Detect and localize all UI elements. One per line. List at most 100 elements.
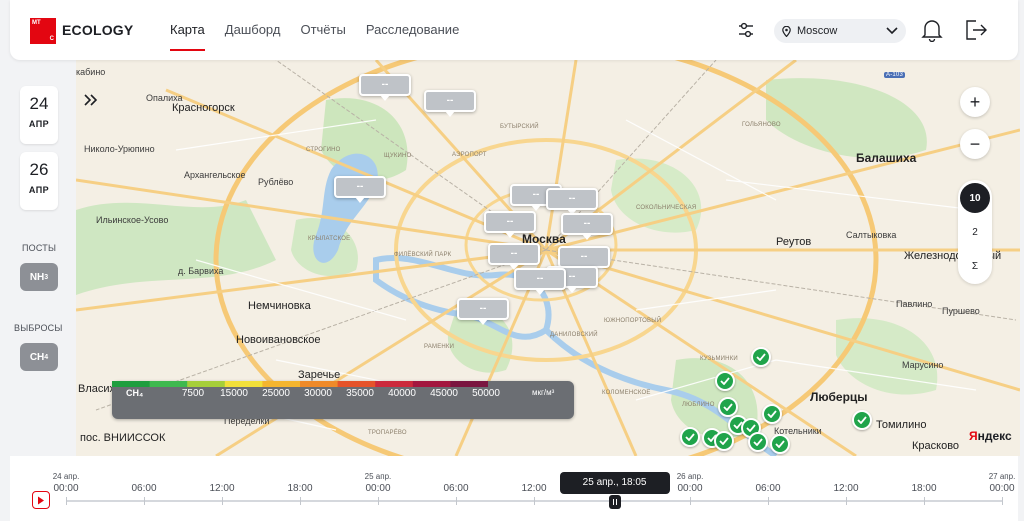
legend-color-bar bbox=[112, 381, 488, 387]
sensor-ok-marker[interactable] bbox=[762, 404, 782, 424]
map-label-kuzminki: КУЗЬМИНКИ bbox=[700, 356, 738, 362]
play-button[interactable] bbox=[32, 491, 50, 509]
plus-icon: + bbox=[969, 92, 981, 112]
date-to-card[interactable]: 26 АПР bbox=[20, 152, 58, 210]
map-label-balashiha: Балашиха bbox=[856, 151, 917, 165]
sensor-ok-marker[interactable] bbox=[714, 431, 734, 451]
notifications-button[interactable] bbox=[918, 16, 946, 44]
map-label-saltykovka: Салтыковка bbox=[846, 230, 897, 240]
timeline-handle[interactable] bbox=[608, 495, 621, 509]
timeline-tick-mark bbox=[533, 497, 535, 505]
tab-map[interactable]: Карта bbox=[160, 0, 215, 60]
zoom-out-button[interactable]: − bbox=[960, 129, 990, 159]
legend-color-segment bbox=[412, 381, 451, 387]
map[interactable]: кабино Красногорск Опалиха Николо-Урюпин… bbox=[76, 60, 1020, 456]
checkmark-icon bbox=[775, 440, 785, 448]
timeline-tick: 18:00 bbox=[287, 483, 313, 494]
legend-color-segment bbox=[187, 381, 226, 387]
timeline-tick-mark bbox=[689, 497, 691, 505]
sensor-ok-marker[interactable] bbox=[680, 427, 700, 447]
map-label-novoivankovo: Новоивановское bbox=[236, 334, 321, 346]
tab-dashboard[interactable]: Дашборд bbox=[215, 0, 291, 60]
timeline-tick: 00:00 bbox=[989, 483, 1015, 494]
checkmark-icon bbox=[756, 353, 766, 361]
sensor-bubble[interactable]: -- bbox=[424, 90, 476, 117]
posts-chip-nh3[interactable]: NH 3 bbox=[20, 263, 58, 291]
sensor-ok-marker[interactable] bbox=[852, 410, 872, 430]
legend-color-segment bbox=[450, 381, 488, 387]
sensor-bubble[interactable]: -- bbox=[484, 211, 536, 238]
timeline: 00:00 06:00 12:00 18:00 00:00 06:00 12:00 18:00… bbox=[10, 456, 1018, 521]
map-label-krylatskoe: КРЫЛАТСКОЕ bbox=[308, 236, 351, 242]
legend-tick: 50000 bbox=[472, 388, 500, 399]
level-option-2[interactable]: 2 bbox=[960, 217, 990, 247]
zoom-in-button[interactable]: + bbox=[960, 87, 990, 117]
map-label-kabino: кабино bbox=[76, 67, 106, 77]
posts-chip-text: NH bbox=[29, 271, 45, 283]
map-label-krasnogorsk: Красногорск bbox=[172, 102, 235, 114]
brand-name: ECOLOGY bbox=[62, 22, 134, 38]
legend-tick: 40000 bbox=[388, 388, 416, 399]
tab-investigation[interactable]: Расследование bbox=[356, 0, 469, 60]
sensor-bubble[interactable]: -- bbox=[359, 74, 411, 101]
city-select[interactable]: Moscow bbox=[774, 19, 906, 43]
sensor-ok-marker[interactable] bbox=[715, 371, 735, 391]
level-option-10[interactable]: 10 bbox=[960, 183, 990, 213]
sensor-ok-marker[interactable] bbox=[718, 397, 738, 417]
timeline-day-label: 26 апр. bbox=[676, 472, 704, 481]
checkmark-icon bbox=[746, 424, 756, 432]
date-from-month: АПР bbox=[28, 119, 50, 129]
filters-button[interactable] bbox=[732, 16, 760, 44]
sensor-bubble[interactable]: -- bbox=[457, 298, 509, 325]
filters-icon bbox=[739, 22, 753, 38]
sensor-bubble[interactable]: -- bbox=[514, 268, 566, 295]
checkmark-icon bbox=[719, 437, 729, 445]
date-from-card[interactable]: 24 АПР bbox=[20, 86, 58, 144]
tab-reports[interactable]: Отчёты bbox=[290, 0, 355, 60]
map-label-yuzhnoportovy: ЮЖНОПОРТОВЫЙ bbox=[604, 318, 662, 324]
level-option-sum[interactable]: Σ bbox=[960, 251, 990, 281]
timeline-tick: 12:00 bbox=[209, 483, 235, 494]
sensor-ok-marker[interactable] bbox=[770, 434, 790, 454]
filter-sidebar: 24 АПР 26 АПР ПОСТЫ NH 3 ВЫБРОСЫ CH 4 bbox=[0, 60, 98, 456]
map-label-sokolnicheskaya: СОКОЛЬНИЧЕСКАЯ bbox=[636, 205, 697, 211]
sensor-bubble[interactable]: -- bbox=[558, 246, 610, 273]
map-label-lyubertsy: Люберцы bbox=[810, 390, 868, 404]
timeline-tick: 00:00 bbox=[677, 483, 703, 494]
bell-icon bbox=[921, 20, 943, 42]
map-label-nemchinovka: Немчиновка bbox=[248, 300, 311, 312]
map-label-shchukino: ЩУКИНО bbox=[384, 153, 412, 159]
emissions-chip-ch4[interactable]: CH 4 bbox=[20, 343, 58, 371]
sensor-bubble[interactable]: -- bbox=[561, 213, 613, 240]
legend-tick: 7500 bbox=[181, 388, 205, 399]
expand-panel-button[interactable] bbox=[80, 90, 100, 110]
date-to-day: 26 bbox=[29, 160, 49, 179]
legend-tick: 30000 bbox=[304, 388, 332, 399]
map-label-strogino: СТРОГИНО bbox=[306, 147, 341, 153]
sensor-bubble[interactable]: -- bbox=[334, 176, 386, 203]
app: кабино Красногорск Опалиха Николо-Урюпин… bbox=[0, 0, 1024, 521]
legend-gas: CH₄ bbox=[126, 388, 144, 398]
city-value: Moscow bbox=[797, 25, 838, 37]
map-label-marusino: Марусино bbox=[902, 360, 944, 370]
double-chevron-right-icon bbox=[84, 94, 98, 106]
sensor-bubble[interactable]: -- bbox=[488, 243, 540, 270]
yandex-logo: Яндекс bbox=[969, 429, 1012, 443]
legend-color-segment bbox=[375, 381, 414, 387]
logout-button[interactable] bbox=[962, 16, 990, 44]
legend-tick: 25000 bbox=[262, 388, 290, 399]
map-label-tomilino: Томилино bbox=[876, 419, 927, 431]
timeline-tick: 06:00 bbox=[131, 483, 157, 494]
sensor-ok-marker[interactable] bbox=[748, 432, 768, 452]
timeline-day-label: 25 апр. bbox=[364, 472, 392, 481]
sensor-bubble[interactable]: -- bbox=[546, 188, 598, 215]
timeline-tick-mark bbox=[767, 497, 769, 505]
date-to-month: АПР bbox=[28, 185, 50, 195]
sensor-ok-marker[interactable] bbox=[751, 347, 771, 367]
checkmark-icon bbox=[723, 403, 733, 411]
timeline-tick-mark bbox=[143, 497, 145, 505]
checkmark-icon bbox=[685, 433, 695, 441]
timeline-tick: 12:00 bbox=[521, 483, 547, 494]
minus-icon: − bbox=[969, 134, 981, 154]
legend-color-segment bbox=[112, 381, 151, 387]
